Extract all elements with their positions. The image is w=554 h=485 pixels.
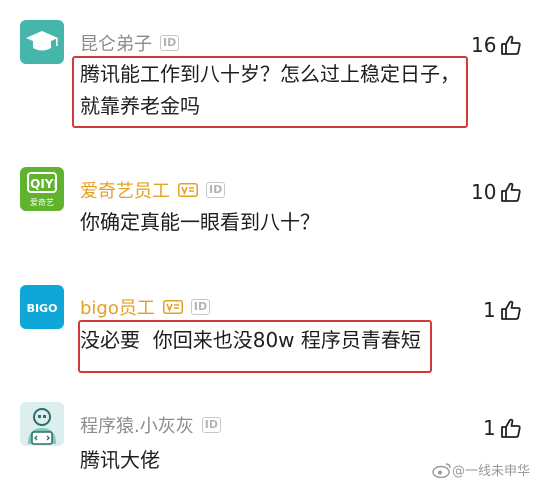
like-count: 1	[483, 416, 496, 440]
bigo-logo-icon: BIGO	[27, 302, 58, 315]
thumbs-up-icon	[500, 418, 521, 438]
avatar-logo-text: iQIYI	[26, 177, 58, 191]
graduation-cap-icon	[26, 31, 58, 51]
highlight-box	[78, 320, 432, 373]
weibo-icon	[432, 462, 451, 478]
username-text[interactable]: 爱奇艺员工	[80, 177, 170, 203]
username[interactable]: bigo员工 ID	[80, 294, 211, 320]
verified-employee-icon	[162, 300, 183, 314]
watermark: @一线未申华	[432, 460, 530, 479]
iqiyi-logo-icon: iQIYI 爱奇艺	[26, 172, 58, 207]
comment-text: 腾讯大佬	[80, 444, 160, 476]
username[interactable]: 爱奇艺员工 ID	[80, 177, 226, 203]
like-count: 1	[483, 298, 496, 322]
like-button[interactable]: 10	[471, 180, 522, 204]
verified-employee-icon	[178, 183, 198, 197]
avatar[interactable]: iQIYI 爱奇艺	[20, 167, 64, 211]
avatar-logo-text: BIGO	[27, 302, 58, 315]
comment-line: 你确定真能一眼看到八十？	[80, 210, 320, 234]
avatar[interactable]	[20, 402, 64, 446]
thumbs-up-icon	[501, 35, 522, 55]
like-button[interactable]: 1	[483, 298, 522, 322]
avatar-brand-text: 爱奇艺	[30, 197, 54, 207]
highlight-box	[72, 56, 468, 128]
comment-text: 你确定真能一眼看到八十？	[80, 206, 320, 238]
comment-line: 腾讯大佬	[80, 448, 160, 472]
username-text[interactable]: 昆仑弟子	[80, 30, 152, 56]
id-badge: ID	[160, 35, 180, 51]
thumbs-up-icon	[501, 182, 522, 202]
like-button[interactable]: 16	[471, 33, 522, 57]
watermark-text: @一线未申华	[451, 464, 530, 479]
id-badge: ID	[190, 299, 211, 315]
like-count: 16	[471, 33, 497, 57]
username-text[interactable]: bigo员工	[80, 294, 155, 320]
avatar[interactable]: BIGO	[20, 285, 64, 329]
username[interactable]: 程序猿.小灰灰 ID	[80, 412, 221, 438]
id-badge: ID	[206, 182, 226, 198]
username[interactable]: 昆仑弟子 ID	[80, 30, 180, 56]
like-button[interactable]: 1	[483, 416, 522, 440]
id-badge: ID	[201, 417, 221, 433]
avatar[interactable]	[20, 20, 64, 64]
thumbs-up-icon	[500, 300, 521, 320]
username-text[interactable]: 程序猿.小灰灰	[80, 412, 194, 438]
coder-cartoon-icon	[28, 408, 56, 445]
like-count: 10	[471, 180, 497, 204]
